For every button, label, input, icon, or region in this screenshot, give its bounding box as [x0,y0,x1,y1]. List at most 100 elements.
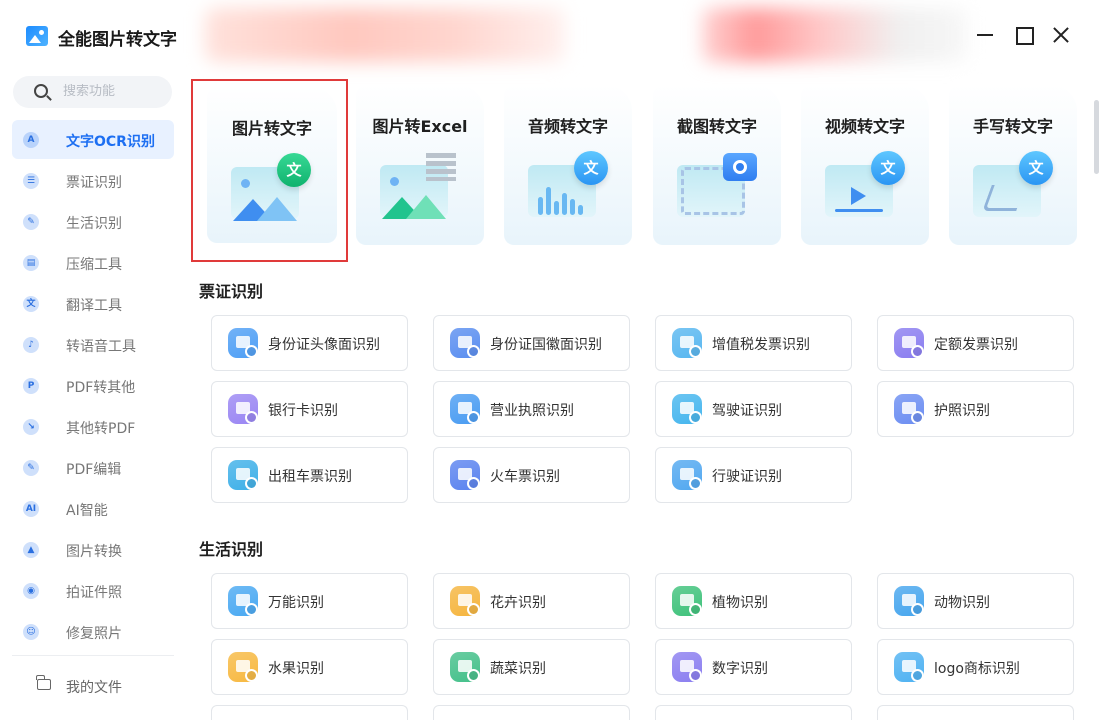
scrollbar-thumb[interactable] [1094,100,1099,174]
sidebar-item-label: AI智能 [66,503,108,519]
feature-card-image-excel[interactable]: 图片转Excel [356,85,484,245]
feature-card-title: 手写转文字 [972,117,1053,136]
tool-label: 数字识别 [712,661,768,677]
sidebar-item[interactable]: ◉ 拍证件照 [12,571,174,610]
feature-card-image-text[interactable]: 图片转文字文 [191,79,348,262]
tool-button[interactable]: 花卉识别 [433,573,630,629]
feature-card-title: 音频转文字 [527,117,608,136]
tool-label: 护照识别 [934,403,990,419]
folder-icon [36,675,51,690]
feature-card-screenshot-text[interactable]: 截图转文字 [653,85,781,245]
feature-card-body: 图片转文字文 [207,87,337,243]
tool-label: 身份证头像面识别 [268,337,380,353]
tool-icon [450,652,480,682]
tool-label: 行驶证识别 [712,469,782,485]
tool-button[interactable] [655,705,852,720]
tool-label: 增值税发票识别 [712,337,810,353]
sidebar-item[interactable]: ✎ PDF编辑 [12,448,174,487]
sidebar-item[interactable]: A 文字OCR识别 [12,120,174,159]
video-text-illustration-icon: 文 [825,151,905,221]
sidebar-item-label: 图片转换 [66,544,122,560]
tool-button[interactable]: logo商标识别 [877,639,1074,695]
tool-icon [450,394,480,424]
my-files-label: 我的文件 [66,680,122,696]
sidebar-item-label: 其他转PDF [66,421,136,437]
tool-label: 花卉识别 [490,595,546,611]
maximize-icon[interactable] [1010,22,1036,48]
tool-button[interactable]: 营业执照识别 [433,381,630,437]
search-box[interactable] [13,76,172,108]
tool-button[interactable]: 植物识别 [655,573,852,629]
tool-icon [894,586,924,616]
tool-icon [450,460,480,490]
tool-icon [672,460,702,490]
tool-button[interactable]: 银行卡识别 [211,381,408,437]
my-files-button[interactable]: 我的文件 [12,667,174,703]
image-excel-illustration-icon [380,151,460,221]
tool-button[interactable]: 火车票识别 [433,447,630,503]
tool-button[interactable]: 万能识别 [211,573,408,629]
sidebar-item-label: 票证识别 [66,175,122,191]
sidebar-item-icon: ◉ [23,583,39,599]
tool-button[interactable]: 行驶证识别 [655,447,852,503]
tool-icon [228,586,258,616]
tool-label: 出租车票识别 [268,469,352,485]
sidebar-item[interactable]: ♪ 转语音工具 [12,325,174,364]
blurred-banner[interactable] [205,8,565,62]
sidebar-item-icon: ↘ [23,419,39,435]
sidebar-divider [12,655,174,656]
sidebar-item-label: 文字OCR识别 [66,134,155,150]
sidebar-item[interactable]: AI AI智能 [12,489,174,528]
tool-icon [228,460,258,490]
feature-card-video-text[interactable]: 视频转文字文 [801,85,929,245]
sidebar-item-label: 生活识别 [66,216,122,232]
tool-icon [894,652,924,682]
screenshot-text-illustration-icon [677,151,757,221]
tool-button[interactable] [211,705,408,720]
tool-label: 火车票识别 [490,469,560,485]
sidebar-item[interactable]: ✎ 生活识别 [12,202,174,241]
tool-button[interactable]: 身份证国徽面识别 [433,315,630,371]
tool-icon [672,586,702,616]
sidebar-item[interactable]: ☰ 票证识别 [12,161,174,200]
close-icon[interactable] [1048,22,1074,48]
blurred-banner[interactable] [702,8,967,62]
sidebar-item[interactable]: P PDF转其他 [12,366,174,405]
minimize-icon[interactable] [972,22,998,48]
tool-button[interactable]: 驾驶证识别 [655,381,852,437]
tool-icon [672,652,702,682]
tool-label: 银行卡识别 [268,403,338,419]
tool-button[interactable]: 护照识别 [877,381,1074,437]
feature-card-title: 图片转Excel [372,117,468,136]
sidebar-item[interactable]: ↘ 其他转PDF [12,407,174,446]
tool-label: 植物识别 [712,595,768,611]
sidebar-item-icon: ☺ [23,624,39,640]
feature-card-audio-text[interactable]: 音频转文字文 [504,85,632,245]
sidebar-item-label: 压缩工具 [66,257,122,273]
search-input[interactable] [63,84,163,99]
tool-button[interactable]: 出租车票识别 [211,447,408,503]
sidebar-item[interactable]: ☺ 修复照片 [12,612,174,651]
tool-button[interactable]: 蔬菜识别 [433,639,630,695]
tool-label: 驾驶证识别 [712,403,782,419]
sidebar: A 文字OCR识别 ☰ 票证识别 ✎ 生活识别 ▤ 压缩工具文 翻译工具 ♪ 转语音工具 P PDF转其… [0,70,185,720]
sidebar-item-icon: ▤ [23,255,39,271]
sidebar-item-label: PDF转其他 [66,380,136,396]
tool-button[interactable]: 身份证头像面识别 [211,315,408,371]
feature-card-handwriting-text[interactable]: 手写转文字文 [949,85,1077,245]
tool-button[interactable] [433,705,630,720]
tool-button[interactable]: 增值税发票识别 [655,315,852,371]
tool-label: 水果识别 [268,661,324,677]
tool-button[interactable]: 定额发票识别 [877,315,1074,371]
tool-icon [228,328,258,358]
sidebar-item[interactable]: 文 翻译工具 [12,284,174,323]
tool-button[interactable]: 动物识别 [877,573,1074,629]
sidebar-item-label: 修复照片 [66,626,122,642]
tool-button[interactable]: 数字识别 [655,639,852,695]
tool-button[interactable] [877,705,1074,720]
tool-button[interactable]: 水果识别 [211,639,408,695]
sidebar-item[interactable]: ▲ 图片转换 [12,530,174,569]
sidebar-item[interactable]: ▤ 压缩工具 [12,243,174,282]
tool-icon [672,328,702,358]
tool-label: 身份证国徽面识别 [490,337,602,353]
